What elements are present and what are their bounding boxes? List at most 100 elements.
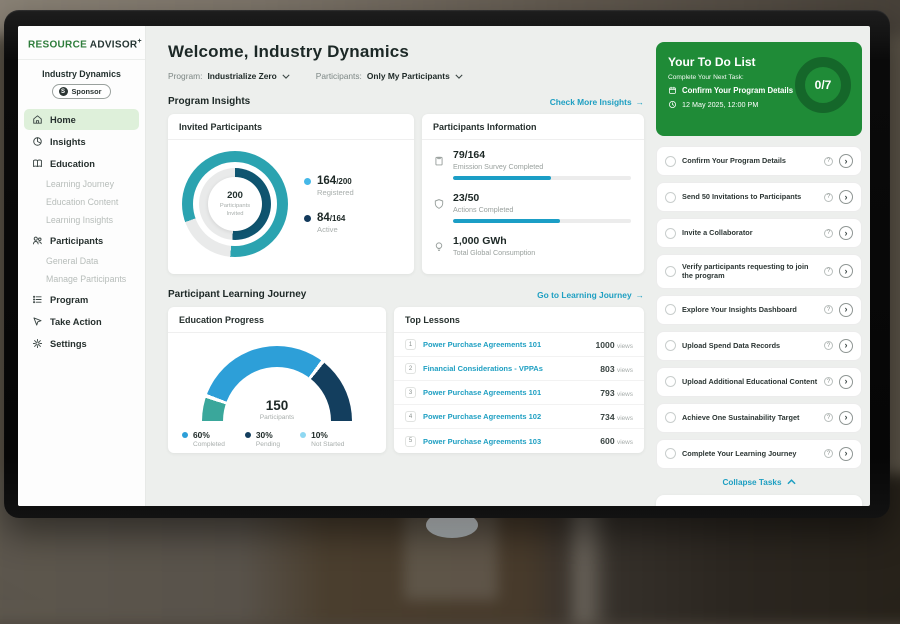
education-progress-card: Education Progress 150 Participants 60%C… <box>168 307 386 453</box>
task-explore-insights[interactable]: Explore Your Insights Dashboard ? › <box>656 295 862 325</box>
sidebar-item-take-action[interactable]: Take Action <box>24 311 139 332</box>
todo-next-task: Confirm Your Program Details <box>682 86 793 95</box>
chevron-right-icon[interactable]: › <box>839 447 853 461</box>
task-upload-spend-data[interactable]: Upload Spend Data Records ? › <box>656 331 862 361</box>
help-icon[interactable]: ? <box>824 413 833 422</box>
monitor-bezel: RESOURCE ADVISOR+ Industry Dynamics S Sp… <box>4 10 890 518</box>
section-learning-journey: Participant Learning Journey <box>168 289 306 300</box>
emission-survey-progress-bar <box>453 176 631 180</box>
pie-chart-icon <box>32 136 43 147</box>
sponsor-icon: S <box>59 87 68 96</box>
program-filter-dropdown[interactable]: Program: Industrialize Zero <box>168 71 290 81</box>
task-checkbox[interactable] <box>665 448 676 459</box>
brand-resource: RESOURCE <box>28 39 87 50</box>
sidebar-item-learning-journey[interactable]: Learning Journey <box>18 175 145 193</box>
task-confirm-program-details[interactable]: Confirm Your Program Details ? › <box>656 146 862 176</box>
help-icon[interactable]: ? <box>824 449 833 458</box>
sidebar-item-participants[interactable]: Participants <box>24 230 139 251</box>
help-icon[interactable]: ? <box>824 305 833 314</box>
recent-news-card: Recent News <box>656 495 862 506</box>
help-icon[interactable]: ? <box>824 193 833 202</box>
organization-name: Industry Dynamics <box>18 69 145 79</box>
lesson-row[interactable]: 3 Power Purchase Agreements 101 793 view… <box>394 381 644 405</box>
todo-summary-card: Your To Do List Complete Your Next Task:… <box>656 42 862 136</box>
task-checkbox[interactable] <box>665 228 676 239</box>
sidebar-item-education[interactable]: Education <box>24 153 139 174</box>
lesson-row[interactable]: 2 Financial Considerations - VPPAs 803 v… <box>394 357 644 381</box>
clock-icon <box>668 100 677 109</box>
participants-filter-dropdown[interactable]: Participants: Only My Participants <box>316 71 463 81</box>
sidebar-item-home[interactable]: Home <box>24 109 139 130</box>
not-started-dot <box>300 432 306 438</box>
donut-center-label: Participants Invited <box>213 203 257 218</box>
task-checkbox[interactable] <box>665 376 676 387</box>
active-legend-item: 84/164 Active <box>304 212 354 234</box>
completed-legend-item: 60%Completed <box>182 430 225 448</box>
sidebar-item-insights[interactable]: Insights <box>24 131 139 152</box>
task-checkbox[interactable] <box>665 412 676 423</box>
help-icon[interactable]: ? <box>824 267 833 276</box>
chevron-right-icon[interactable]: › <box>839 411 853 425</box>
task-checkbox[interactable] <box>665 304 676 315</box>
task-checkbox[interactable] <box>665 340 676 351</box>
chevron-right-icon[interactable]: › <box>839 226 853 240</box>
home-icon <box>32 114 43 125</box>
clipboard-icon <box>433 155 445 167</box>
help-icon[interactable]: ? <box>824 157 833 166</box>
sidebar-item-general-data[interactable]: General Data <box>18 252 145 270</box>
chevron-right-icon[interactable]: › <box>839 375 853 389</box>
help-icon[interactable]: ? <box>824 341 833 350</box>
registered-dot <box>304 178 311 185</box>
education-progress-gauge-chart: 150 Participants <box>202 346 352 421</box>
chevron-right-icon[interactable]: › <box>839 190 853 204</box>
task-checkbox[interactable] <box>665 266 676 277</box>
sidebar-item-manage-participants[interactable]: Manage Participants <box>18 270 145 288</box>
emission-survey-stat: 79/164 Emission Survey Completed <box>433 149 631 180</box>
task-invite-collaborator[interactable]: Invite a Collaborator ? › <box>656 218 862 248</box>
main-content: Welcome, Industry Dynamics Program: Indu… <box>146 26 654 506</box>
gauge-center-label: Participants <box>260 414 294 421</box>
chevron-right-icon[interactable]: › <box>839 339 853 353</box>
sponsor-label: Sponsor <box>72 87 102 96</box>
task-send-invitations[interactable]: Send 50 Invitations to Participants ? › <box>656 182 862 212</box>
task-list: Confirm Your Program Details ? › Send 50… <box>656 146 862 469</box>
sidebar-item-education-content[interactable]: Education Content <box>18 193 145 211</box>
app-logo: RESOURCE ADVISOR+ <box>18 26 145 60</box>
task-checkbox[interactable] <box>665 192 676 203</box>
chevron-right-icon[interactable]: › <box>839 264 853 278</box>
help-icon[interactable]: ? <box>824 377 833 386</box>
check-more-insights-link[interactable]: Check More Insights → <box>550 97 644 107</box>
sidebar-item-program[interactable]: Program <box>24 289 139 310</box>
sidebar-item-settings[interactable]: Settings <box>24 333 139 354</box>
not-started-legend-item: 10%Not Started <box>300 430 344 448</box>
pending-dot <box>245 432 251 438</box>
chevron-down-icon <box>455 71 463 81</box>
task-complete-learning-journey[interactable]: Complete Your Learning Journey ? › <box>656 439 862 469</box>
lesson-row[interactable]: 4 Power Purchase Agreements 102 734 view… <box>394 405 644 429</box>
chevron-right-icon[interactable]: › <box>839 303 853 317</box>
participants-information-title: Participants Information <box>422 114 644 140</box>
task-verify-participants[interactable]: Verify participants requesting to join t… <box>656 254 862 289</box>
people-icon <box>32 235 43 246</box>
chevron-right-icon[interactable]: › <box>839 154 853 168</box>
global-consumption-stat: 1,000 GWh Total Global Consumption <box>433 235 631 257</box>
sidebar: RESOURCE ADVISOR+ Industry Dynamics S Sp… <box>18 26 146 506</box>
task-achieve-sustainability-target[interactable]: Achieve One Sustainability Target ? › <box>656 403 862 433</box>
go-to-learning-journey-link[interactable]: Go to Learning Journey → <box>537 290 644 300</box>
sidebar-item-learning-insights[interactable]: Learning Insights <box>18 211 145 229</box>
task-upload-educational-content[interactable]: Upload Additional Educational Content ? … <box>656 367 862 397</box>
brand-plus: + <box>137 38 141 45</box>
education-progress-title: Education Progress <box>168 307 386 333</box>
task-checkbox[interactable] <box>665 156 676 167</box>
lesson-row[interactable]: 1 Power Purchase Agreements 101 1000 vie… <box>394 333 644 357</box>
actions-completed-stat: 23/50 Actions Completed <box>433 192 631 223</box>
gauge-center-value: 150 <box>266 398 289 413</box>
todo-due-date: 12 May 2025, 12:00 PM <box>682 100 758 109</box>
todo-panel: Your To Do List Complete Your Next Task:… <box>654 26 870 506</box>
pending-legend-item: 30%Pending <box>245 430 280 448</box>
section-program-insights: Program Insights <box>168 96 250 107</box>
collapse-tasks-link[interactable]: Collapse Tasks <box>656 478 862 487</box>
todo-progress-ring: 0/7 <box>795 57 851 113</box>
lesson-row[interactable]: 5 Power Purchase Agreements 103 600 view… <box>394 429 644 453</box>
help-icon[interactable]: ? <box>824 229 833 238</box>
